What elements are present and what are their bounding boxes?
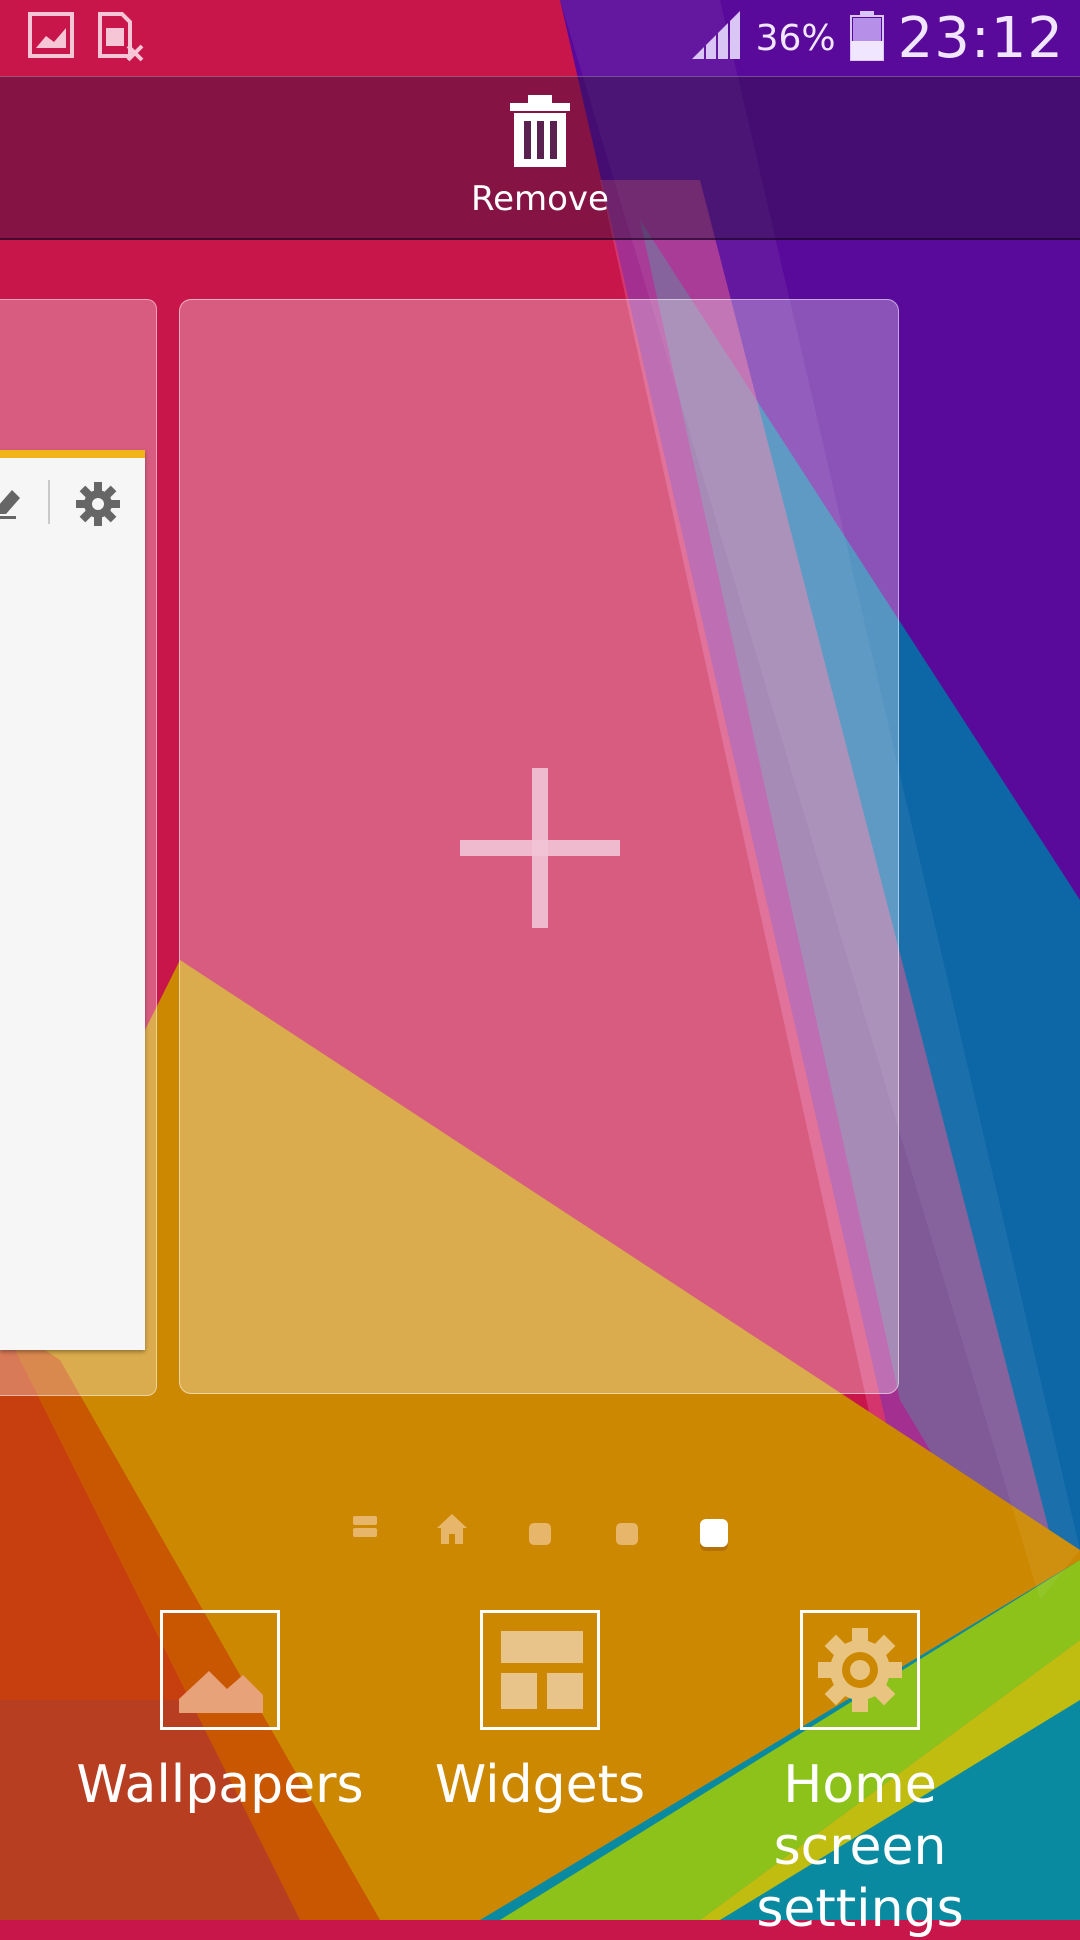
status-clock: 23:12 [897, 5, 1064, 71]
remove-label: Remove [471, 179, 609, 219]
add-page-panel[interactable] [179, 299, 899, 1394]
sim-error-icon [96, 12, 146, 66]
widget-settings-icon[interactable] [76, 482, 120, 530]
battery-percentage: 36% [755, 17, 836, 59]
home-screen-settings-line1: Home screen [773, 1755, 947, 1877]
widget-card[interactable] [0, 450, 145, 1350]
home-screen-settings-line2: settings [756, 1879, 964, 1939]
page-indicator-dot[interactable] [615, 1522, 639, 1550]
gallery-notification-icon [28, 12, 74, 66]
settings-icon [800, 1610, 920, 1730]
signal-icon [690, 11, 742, 65]
widgets-icon [480, 1610, 600, 1730]
home-indicator-icon[interactable] [435, 1512, 469, 1550]
list-indicator-icon[interactable] [352, 1512, 378, 1546]
wallpapers-button[interactable]: Wallpapers [60, 1610, 380, 1816]
plus-icon [460, 768, 620, 932]
page-indicators [0, 1512, 1080, 1556]
trash-icon [510, 95, 570, 171]
home-screen-settings-label: Home screen settings [700, 1754, 1020, 1940]
widgets-button[interactable]: Widgets [380, 1610, 700, 1816]
page-indicator-dot-active[interactable] [699, 1518, 729, 1556]
home-screen-settings-button[interactable]: Home screen settings [700, 1610, 1020, 1940]
wallpapers-label: Wallpapers [76, 1755, 364, 1815]
widgets-label: Widgets [434, 1755, 646, 1815]
status-bar: 36% 23:12 [0, 0, 1080, 76]
widget-divider [48, 480, 50, 524]
remove-drop-area[interactable]: Remove [0, 76, 1080, 240]
page-indicator-dot[interactable] [528, 1522, 552, 1550]
remove-target[interactable]: Remove [440, 95, 640, 219]
battery-icon [849, 11, 884, 65]
wallpaper-icon [160, 1610, 280, 1730]
edit-icon [0, 484, 24, 524]
